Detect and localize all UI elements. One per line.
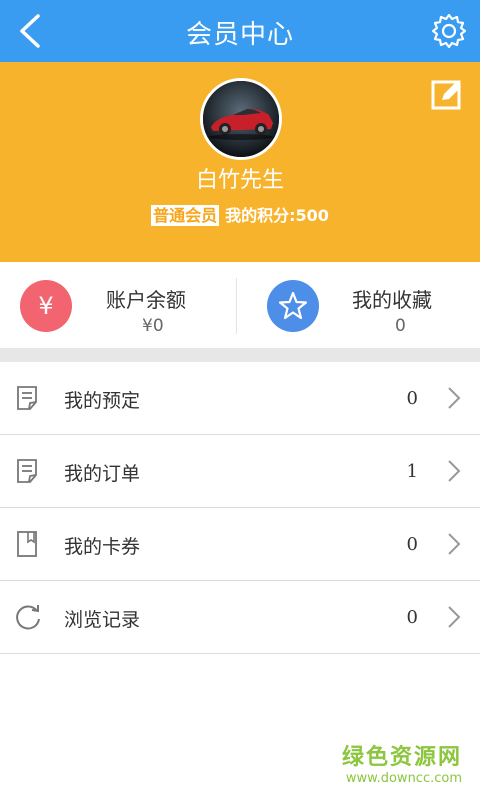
member-level-badge: 普通会员 — [151, 205, 220, 226]
favorites-value: 0 — [395, 316, 406, 336]
yen-icon: ¥ — [20, 280, 72, 332]
chevron-right-icon — [448, 533, 461, 555]
watermark-url: www.downcc.com — [345, 771, 462, 786]
star-icon — [278, 291, 308, 320]
list-item-count: 0 — [406, 534, 418, 555]
chevron-right-icon — [448, 387, 461, 409]
chevron-right-icon — [448, 460, 461, 482]
list-item-history[interactable]: 浏览记录 0 — [0, 581, 480, 654]
favorites-card[interactable]: 我的收藏 0 — [237, 262, 480, 348]
page-title: 会员中心 — [185, 20, 294, 50]
account-balance-card[interactable]: ¥ 账户余额 ¥0 — [0, 262, 236, 348]
balance-value: ¥0 — [142, 316, 164, 336]
section-divider — [0, 348, 480, 362]
list-item-label: 浏览记录 — [64, 609, 141, 631]
edit-profile-button[interactable] — [430, 78, 464, 112]
settings-button[interactable] — [430, 12, 468, 50]
balance-label: 账户余额 — [106, 288, 186, 312]
top-bar: 会员中心 — [0, 0, 480, 62]
list-item-orders[interactable]: 我的订单 1 — [0, 435, 480, 508]
list-item-reservations[interactable]: 我的预定 0 — [0, 362, 480, 435]
car-avatar-image — [203, 81, 279, 157]
star-icon-circle — [267, 280, 319, 332]
stats-bar: ¥ 账户余额 ¥0 我的收藏 0 — [0, 262, 480, 348]
history-icon — [16, 605, 40, 630]
list-item-count: 0 — [406, 607, 418, 628]
username: 白竹先生 — [195, 168, 284, 193]
menu-list: 我的预定 0 我的订单 1 我的卡券 0 浏览记录 0 — [0, 362, 480, 654]
document-icon — [17, 459, 37, 483]
chevron-right-icon — [448, 606, 461, 628]
card-icon — [17, 531, 37, 557]
edit-icon — [431, 80, 461, 110]
points-text: 我的积分:500 — [225, 206, 329, 225]
list-item-label: 我的预定 — [64, 390, 141, 412]
document-icon — [17, 386, 37, 410]
watermark-main: 绿色资源网 — [341, 745, 462, 770]
gear-icon — [431, 13, 467, 49]
favorites-label: 我的收藏 — [352, 288, 432, 312]
list-item-label: 我的卡券 — [64, 536, 141, 558]
list-item-count: 1 — [406, 461, 418, 482]
watermark: 绿色资源网 www.downcc.com — [342, 739, 462, 786]
member-info: 普通会员 我的积分:500 — [0, 202, 480, 226]
profile-section: 白竹先生 普通会员 我的积分:500 — [0, 62, 480, 262]
avatar[interactable] — [200, 78, 282, 160]
list-item-coupons[interactable]: 我的卡券 0 — [0, 508, 480, 581]
list-item-count: 0 — [406, 388, 418, 409]
list-item-label: 我的订单 — [64, 463, 141, 485]
